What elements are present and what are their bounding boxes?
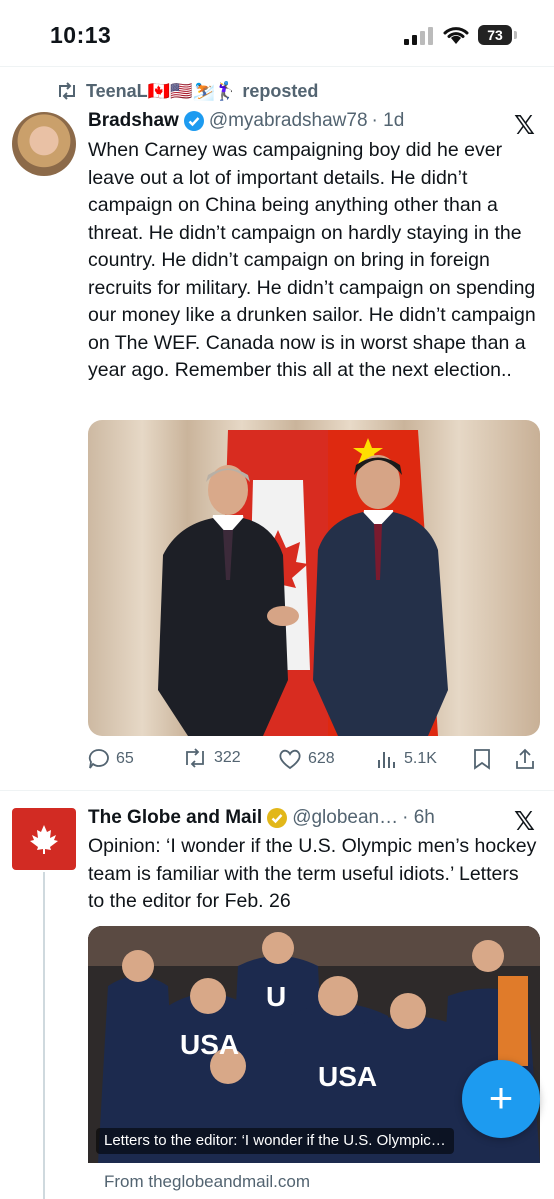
svg-text:USA: USA [318,1061,377,1092]
battery-indicator: 73 [478,25,512,45]
like-button[interactable]: 628 [278,748,335,770]
post-header: The Globe and Mail @globean… · 6h [88,805,435,831]
repost-button[interactable]: 322 [182,748,241,768]
avatar[interactable] [12,112,76,176]
repost-label: TeenaL🇨🇦🇺🇸⛷️🏌️‍♀️ reposted [86,80,319,101]
reply-count: 65 [116,750,134,767]
post-actions: 65 322 628 5.1K [88,748,540,774]
image-illustration [158,430,448,736]
repost-icon [186,748,204,768]
signal-icon [404,27,433,45]
share-button[interactable] [514,748,542,770]
wifi-icon [443,27,469,44]
top-divider [0,66,554,67]
post-divider [0,790,554,791]
post-image[interactable] [88,420,540,736]
views-button[interactable]: 5.1K [376,748,437,770]
link-source[interactable]: From theglobeandmail.com [104,1172,310,1192]
author-name[interactable]: The Globe and Mail [88,807,262,829]
views-icon [378,752,395,768]
post-text: When Carney was campaigning boy did he e… [88,139,536,381]
reply-icon [88,749,109,769]
reply-button[interactable]: 65 [88,748,134,770]
avatar[interactable] [12,808,76,870]
author-handle[interactable]: @myabradshaw78 [209,110,368,132]
link-caption: Letters to the editor: ‘I wonder if the … [96,1128,454,1154]
maple-leaf-icon [30,825,58,854]
like-count: 628 [308,750,335,767]
author-handle[interactable]: @globean… [292,807,398,829]
repost-count: 322 [214,749,241,766]
repost-context[interactable]: TeenaL🇨🇦🇺🇸⛷️🏌️‍♀️ reposted [56,80,318,102]
thread-line [43,872,45,1199]
like-icon [279,749,301,770]
svg-text:USA: USA [180,1029,239,1060]
compose-button[interactable]: + [462,1060,540,1138]
bookmark-button[interactable] [472,748,498,770]
post-text: Opinion: ‘I wonder if the U.S. Olympic m… [88,835,537,912]
plus-icon: + [488,1074,514,1121]
views-count: 5.1K [404,750,437,767]
author-name[interactable]: Bradshaw [88,110,179,132]
share-icon [516,748,534,769]
post-timestamp: · 6h [402,807,435,828]
battery-cap [514,31,517,39]
post-timestamp: · 1d [371,110,405,131]
verified-badge-icon [183,111,204,131]
post-header: Bradshaw @myabradshaw78 · 1d [88,108,404,134]
bookmark-icon [474,749,490,770]
status-time: 10:13 [50,22,112,48]
repost-icon [59,82,75,100]
verified-badge-icon [267,808,288,828]
status-bar: 10:13 73 [0,0,554,66]
svg-text:U: U [266,981,286,1012]
